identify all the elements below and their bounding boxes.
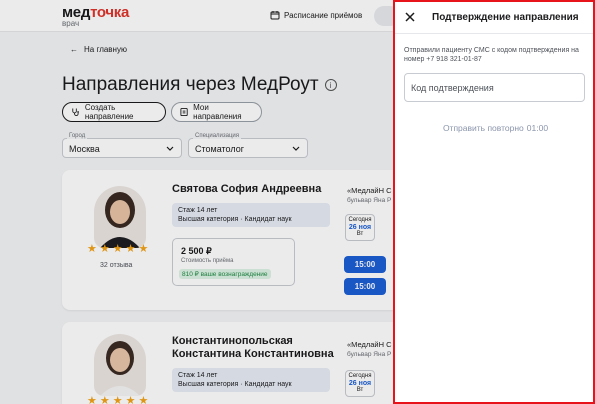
date-label: Сегодня: [348, 373, 372, 379]
close-icon[interactable]: [404, 11, 416, 23]
stethoscope-icon: [72, 108, 79, 116]
doctor-card[interactable]: ★ ★ ★ ★ ★ 32 отзыва Святова София Андреевна …: [62, 170, 402, 310]
reward-badge: 810 ₽ ваше вознаграждение: [179, 269, 271, 279]
date-chip[interactable]: Сегодня 26 ноя Вт: [345, 214, 375, 241]
star-icon: ★: [99, 243, 110, 255]
date-day: 26 ноя: [348, 380, 372, 387]
chevron-down-icon: [166, 146, 174, 151]
info-icon[interactable]: i: [324, 79, 337, 91]
category: Высшая категория · Кандидат наук: [178, 216, 292, 223]
resend-link[interactable]: Отправить повторно 01:00: [395, 123, 593, 133]
calendar-icon: [270, 11, 280, 20]
resend-timer: 01:00: [526, 123, 549, 133]
price-subtitle: Стоимость приёма: [181, 258, 234, 264]
city-select[interactable]: Город Москва: [62, 133, 182, 158]
back-label: На главную: [84, 45, 127, 54]
doctor-name-line1: Константинопольская: [172, 335, 293, 347]
drawer-title: Подтверждение направления: [432, 12, 579, 23]
city-label: Город: [67, 133, 88, 139]
star-icon: ★: [87, 395, 97, 404]
specialization-value: Стоматолог: [195, 144, 244, 154]
my-referrals-label: Мои направления: [193, 103, 242, 121]
doctor-avatar: [94, 186, 146, 248]
doctor-name[interactable]: Константинопольская Константина Констант…: [172, 335, 334, 361]
star-icon: ★: [112, 395, 123, 404]
rating-stars: ★ ★ ★ ★ ★: [87, 244, 148, 255]
rating-stars: ★ ★ ★ ★ ★: [87, 396, 148, 404]
my-referrals-button[interactable]: Мои направления: [171, 102, 262, 122]
clinic-name[interactable]: «МедлайН С: [347, 186, 392, 196]
document-icon: [180, 107, 188, 117]
time-slot-button[interactable]: 15:00: [344, 278, 386, 295]
doctor-credentials: Стаж 14 лет Высшая категория · Кандидат …: [172, 368, 330, 392]
schedule-label: Расписание приёмов: [284, 10, 363, 20]
page-title-text: Направления через МедРоут: [62, 74, 319, 95]
doctor-credentials: Стаж 14 лет Высшая категория · Кандидат …: [172, 203, 330, 227]
date-chip[interactable]: Сегодня 26 ноя Вт: [345, 370, 375, 397]
date-weekday: Вт: [356, 387, 364, 393]
logo-subtitle: врач: [62, 19, 80, 28]
clinic-address: бульвар Яна Р: [347, 197, 392, 204]
star-icon: ★: [125, 243, 136, 255]
star-icon: ★: [125, 395, 136, 404]
star-icon: ★: [87, 243, 97, 255]
sms-description: Отправили пациенту СМС с кодом подтвержд…: [404, 47, 579, 63]
star-icon: ★: [112, 243, 123, 255]
time-slot-button[interactable]: 15:00: [344, 256, 386, 273]
drawer-header: Подтверждение направления: [395, 2, 593, 34]
date-weekday: Вт: [356, 231, 364, 237]
schedule-link[interactable]: Расписание приёмов: [270, 10, 362, 20]
resend-label: Отправить повторно: [442, 123, 524, 133]
logo-accent: точка: [90, 4, 130, 21]
star-icon: ★: [138, 243, 149, 255]
date-day: 26 ноя: [348, 224, 372, 231]
create-referral-label: Создать направление: [84, 103, 134, 121]
date-label: Сегодня: [348, 217, 372, 223]
clinic-name[interactable]: «МедлайН С: [347, 340, 392, 350]
doctor-name[interactable]: Святова София Андреевна: [172, 183, 321, 196]
price: 2 500 ₽: [181, 246, 212, 256]
confirmation-code-input[interactable]: [404, 73, 585, 102]
star-icon: ★: [99, 395, 110, 404]
back-link[interactable]: ← На главную: [70, 45, 127, 54]
doctor-name-line2: Константина Константиновна: [172, 348, 334, 360]
arrow-left-icon: ←: [70, 45, 78, 54]
experience: Стаж 14 лет: [178, 372, 218, 379]
create-referral-button[interactable]: Создать направление: [62, 102, 166, 122]
chevron-down-icon: [292, 146, 300, 151]
specialization-select[interactable]: Специализация Стоматолог: [188, 133, 308, 158]
price-box: 2 500 ₽ Стоимость приёма 810 ₽ ваше возн…: [172, 238, 295, 286]
confirmation-drawer: Подтверждение направления Отправили паци…: [393, 0, 595, 404]
page-title: Направления через МедРоут i: [62, 74, 337, 96]
category: Высшая категория · Кандидат наук: [178, 381, 292, 388]
doctor-avatar: [94, 334, 146, 396]
star-icon: ★: [138, 395, 149, 404]
specialization-label: Специализация: [193, 133, 242, 139]
reviews-count[interactable]: 32 отзыва: [100, 262, 132, 269]
doctor-card[interactable]: ★ ★ ★ ★ ★ Константинопольская Константина Ко…: [62, 322, 402, 404]
city-value: Москва: [69, 144, 100, 154]
experience: Стаж 14 лет: [178, 207, 218, 214]
clinic-address: бульвар Яна Р: [347, 351, 392, 358]
